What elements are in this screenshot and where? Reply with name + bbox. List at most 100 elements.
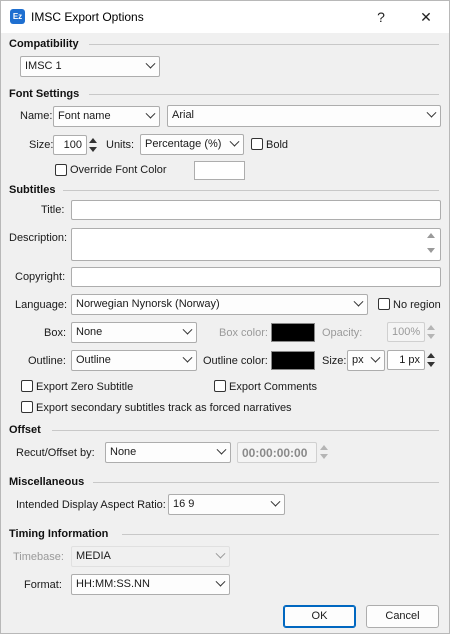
units-value: Percentage (%) — [145, 138, 222, 150]
opacity-input[interactable]: 100% — [387, 322, 425, 342]
scroll-up-icon[interactable] — [427, 233, 435, 238]
no-region-label: No region — [393, 299, 441, 311]
offset-timecode-spinner[interactable] — [319, 442, 329, 462]
export-zero-subtitle-label: Export Zero Subtitle — [36, 381, 134, 393]
aspect-ratio-select[interactable]: 16 9 — [168, 494, 285, 515]
export-secondary-checkbox[interactable] — [21, 401, 33, 413]
spin-down-icon[interactable] — [89, 147, 97, 152]
help-button[interactable]: ? — [359, 1, 403, 33]
spin-down-icon[interactable] — [320, 454, 328, 459]
box-color-swatch[interactable] — [271, 323, 315, 342]
spin-up-icon[interactable] — [320, 445, 328, 450]
font-color-swatch[interactable] — [194, 161, 245, 180]
chevron-down-icon — [426, 107, 437, 118]
chevron-down-icon — [229, 136, 240, 147]
chevron-down-icon — [353, 296, 364, 307]
cancel-button[interactable]: Cancel — [366, 605, 439, 628]
section-offset: Offset — [9, 424, 41, 436]
scroll-down-icon[interactable] — [427, 248, 435, 253]
close-button[interactable]: ✕ — [404, 1, 448, 33]
divider — [122, 534, 439, 535]
override-font-color-checkbox[interactable] — [55, 164, 67, 176]
section-font-settings: Font Settings — [9, 88, 80, 100]
spin-down-icon[interactable] — [427, 362, 435, 367]
section-subtitles: Subtitles — [9, 184, 56, 196]
bold-checkbox[interactable] — [251, 138, 263, 150]
outline-color-label: Outline color: — [203, 355, 268, 367]
compatibility-select[interactable]: IMSC 1 — [20, 56, 160, 77]
copyright-label: Copyright: — [15, 271, 66, 283]
font-size-spinner[interactable] — [88, 135, 98, 155]
language-value: Norwegian Nynorsk (Norway) — [76, 298, 220, 310]
export-comments-checkbox[interactable] — [214, 380, 226, 392]
no-region-checkbox[interactable] — [378, 298, 390, 310]
export-comments-label: Export Comments — [229, 381, 318, 393]
spin-down-icon[interactable] — [427, 334, 435, 339]
description-textarea[interactable] — [71, 228, 441, 261]
chevron-down-icon — [216, 444, 227, 455]
language-label: Language: — [15, 299, 67, 311]
language-select[interactable]: Norwegian Nynorsk (Norway) — [71, 294, 368, 315]
chevron-down-icon — [145, 108, 156, 119]
divider — [93, 482, 439, 483]
override-font-color-label: Override Font Color — [70, 164, 167, 176]
box-select[interactable]: None — [71, 322, 197, 343]
font-size-label: Size: — [29, 139, 54, 151]
section-timing: Timing Information — [9, 528, 109, 540]
spin-up-icon[interactable] — [89, 138, 97, 143]
format-select[interactable]: HH:MM:SS.NN — [71, 574, 230, 595]
spin-up-icon[interactable] — [427, 353, 435, 358]
font-size-input[interactable]: 100 — [53, 135, 87, 155]
spin-up-icon[interactable] — [427, 325, 435, 330]
outline-value: Outline — [76, 354, 111, 366]
font-name-label: Name: — [20, 110, 53, 122]
app-icon: Ez — [10, 9, 25, 24]
timebase-value: MEDIA — [76, 550, 111, 562]
recut-select[interactable]: None — [105, 442, 231, 463]
opacity-spinner[interactable] — [426, 322, 436, 342]
aspect-ratio-value: 16 9 — [173, 498, 195, 510]
recut-value: None — [110, 446, 137, 458]
divider — [89, 44, 439, 45]
bold-label: Bold — [266, 139, 289, 151]
chevron-down-icon — [215, 548, 226, 559]
format-label: Format: — [24, 579, 62, 591]
font-name-mode-select[interactable]: Font name — [53, 106, 160, 127]
timebase-select[interactable]: MEDIA — [71, 546, 230, 567]
chevron-down-icon — [182, 352, 193, 363]
timebase-label: Timebase: — [13, 551, 64, 563]
outline-unit-select[interactable]: px — [347, 350, 385, 371]
chevron-down-icon — [370, 352, 381, 363]
outline-color-swatch[interactable] — [271, 351, 315, 370]
outline-select[interactable]: Outline — [71, 350, 197, 371]
font-name-mode-value: Font name — [58, 110, 111, 122]
imsc-export-dialog: Ez IMSC Export Options ? ✕ Compatibility… — [0, 0, 450, 634]
divider — [63, 190, 439, 191]
export-zero-subtitle-checkbox[interactable] — [21, 380, 33, 392]
units-label: Units: — [106, 139, 135, 151]
ok-button[interactable]: OK — [283, 605, 356, 628]
title-input[interactable] — [71, 200, 441, 220]
units-select[interactable]: Percentage (%) — [140, 134, 244, 155]
compatibility-value: IMSC 1 — [25, 60, 62, 72]
opacity-label: Opacity: — [322, 327, 363, 339]
outline-size-input[interactable]: 1 px — [387, 350, 425, 370]
divider — [89, 94, 439, 95]
offset-timecode-input[interactable]: 00:00:00:00 — [237, 442, 317, 463]
title-bar: Ez IMSC Export Options ? ✕ — [1, 1, 449, 33]
description-label: Description: — [9, 232, 68, 244]
section-miscellaneous: Miscellaneous — [9, 476, 85, 488]
divider — [52, 430, 439, 431]
window-title: IMSC Export Options — [31, 10, 144, 24]
outline-unit-value: px — [352, 354, 364, 366]
section-compatibility: Compatibility — [9, 38, 79, 50]
chevron-down-icon — [270, 496, 281, 507]
box-value: None — [76, 326, 103, 338]
box-color-label: Box color: — [219, 327, 268, 339]
copyright-input[interactable] — [71, 267, 441, 287]
aspect-ratio-label: Intended Display Aspect Ratio: — [16, 499, 166, 511]
outline-size-spinner[interactable] — [426, 350, 436, 370]
font-select[interactable]: Arial — [167, 105, 441, 127]
font-value: Arial — [172, 109, 195, 121]
format-value: HH:MM:SS.NN — [76, 578, 150, 590]
